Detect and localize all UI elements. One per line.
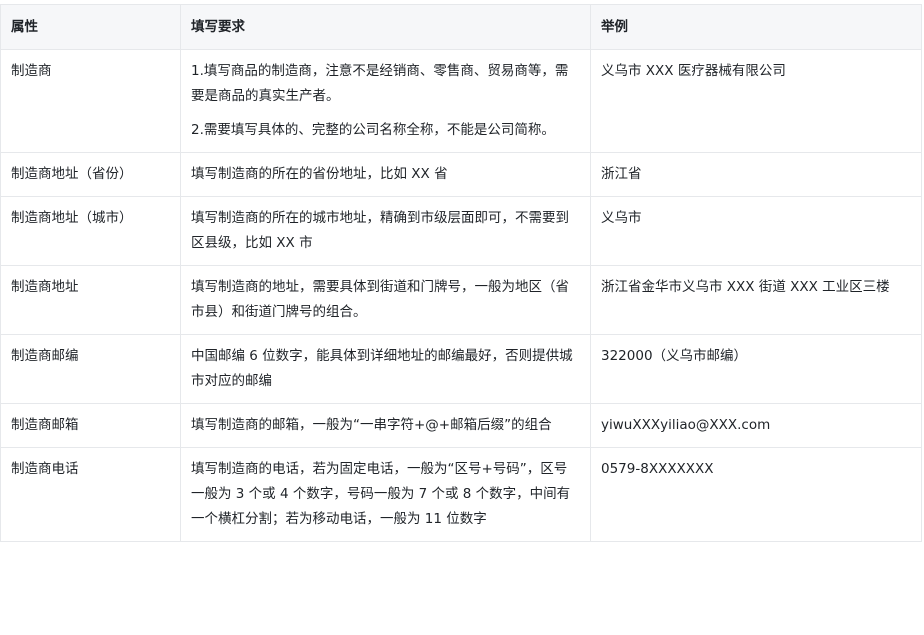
- cell-requirement: 填写制造商的地址，需要具体到街道和门牌号，一般为地区（省市县）和街道门牌号的组合…: [180, 265, 591, 335]
- cell-requirement: 1.填写商品的制造商，注意不是经销商、零售商、贸易商等，需要是商品的真实生产者。…: [180, 49, 591, 153]
- cell-example: 浙江省金华市义乌市 XXX 街道 XXX 工业区三楼: [590, 265, 922, 335]
- requirement-paragraph: 填写制造商的邮箱，一般为“一串字符+@+邮箱后缀”的组合: [191, 417, 552, 433]
- table-row: 制造商地址 填写制造商的地址，需要具体到街道和门牌号，一般为地区（省市县）和街道…: [0, 265, 922, 335]
- requirements-table-container: 属性 填写要求 举例 制造商 1.填写商品的制造商，注意不是经销商、零售商、贸易…: [0, 4, 922, 542]
- requirement-paragraph: 填写制造商的电话，若为固定电话，一般为“区号+号码”，区号一般为 3 个或 4 …: [191, 461, 571, 527]
- requirement-paragraph: 2.需要填写具体的、完整的公司名称全称，不能是公司简称。: [191, 122, 555, 138]
- requirement-paragraph: 中国邮编 6 位数字，能具体到详细地址的邮编最好，否则提供城市对应的邮编: [191, 348, 573, 389]
- cell-attribute: 制造商地址（省份）: [0, 152, 181, 197]
- requirement-paragraph: 填写制造商的所在的省份地址，比如 XX 省: [191, 166, 448, 182]
- cell-requirement: 中国邮编 6 位数字，能具体到详细地址的邮编最好，否则提供城市对应的邮编: [180, 334, 591, 404]
- table-row: 制造商邮箱 填写制造商的邮箱，一般为“一串字符+@+邮箱后缀”的组合 yiwuX…: [0, 403, 922, 448]
- table-row: 制造商邮编 中国邮编 6 位数字，能具体到详细地址的邮编最好，否则提供城市对应的…: [0, 334, 922, 404]
- cell-example: 0579-8XXXXXXX: [590, 447, 922, 542]
- table-body: 制造商 1.填写商品的制造商，注意不是经销商、零售商、贸易商等，需要是商品的真实…: [0, 49, 922, 542]
- requirement-paragraph: 1.填写商品的制造商，注意不是经销商、零售商、贸易商等，需要是商品的真实生产者。: [191, 63, 569, 104]
- table-row: 制造商地址（省份） 填写制造商的所在的省份地址，比如 XX 省 浙江省: [0, 152, 922, 197]
- cell-requirement: 填写制造商的电话，若为固定电话，一般为“区号+号码”，区号一般为 3 个或 4 …: [180, 447, 591, 542]
- cell-example: yiwuXXXyiliao@XXX.com: [590, 403, 922, 448]
- header-example: 举例: [590, 4, 922, 50]
- cell-requirement: 填写制造商的所在的城市地址，精确到市级层面即可，不需要到区县级，比如 XX 市: [180, 196, 591, 266]
- header-row: 属性 填写要求 举例: [0, 4, 922, 50]
- table-header: 属性 填写要求 举例: [0, 4, 922, 50]
- table-row: 制造商地址（城市） 填写制造商的所在的城市地址，精确到市级层面即可，不需要到区县…: [0, 196, 922, 266]
- cell-attribute: 制造商邮箱: [0, 403, 181, 448]
- cell-example: 322000（义乌市邮编）: [590, 334, 922, 404]
- requirement-paragraph: 填写制造商的所在的城市地址，精确到市级层面即可，不需要到区县级，比如 XX 市: [191, 210, 569, 251]
- cell-example: 浙江省: [590, 152, 922, 197]
- cell-attribute: 制造商地址: [0, 265, 181, 335]
- requirement-paragraph: 填写制造商的地址，需要具体到街道和门牌号，一般为地区（省市县）和街道门牌号的组合…: [191, 279, 569, 320]
- table-row: 制造商电话 填写制造商的电话，若为固定电话，一般为“区号+号码”，区号一般为 3…: [0, 447, 922, 542]
- cell-attribute: 制造商: [0, 49, 181, 153]
- cell-example: 义乌市 XXX 医疗器械有限公司: [590, 49, 922, 153]
- header-attribute: 属性: [0, 4, 181, 50]
- cell-requirement: 填写制造商的邮箱，一般为“一串字符+@+邮箱后缀”的组合: [180, 403, 591, 448]
- header-requirement: 填写要求: [180, 4, 591, 50]
- cell-attribute: 制造商地址（城市）: [0, 196, 181, 266]
- cell-example: 义乌市: [590, 196, 922, 266]
- cell-attribute: 制造商电话: [0, 447, 181, 542]
- cell-requirement: 填写制造商的所在的省份地址，比如 XX 省: [180, 152, 591, 197]
- table-row: 制造商 1.填写商品的制造商，注意不是经销商、零售商、贸易商等，需要是商品的真实…: [0, 49, 922, 153]
- requirements-table: 属性 填写要求 举例 制造商 1.填写商品的制造商，注意不是经销商、零售商、贸易…: [0, 4, 922, 542]
- cell-attribute: 制造商邮编: [0, 334, 181, 404]
